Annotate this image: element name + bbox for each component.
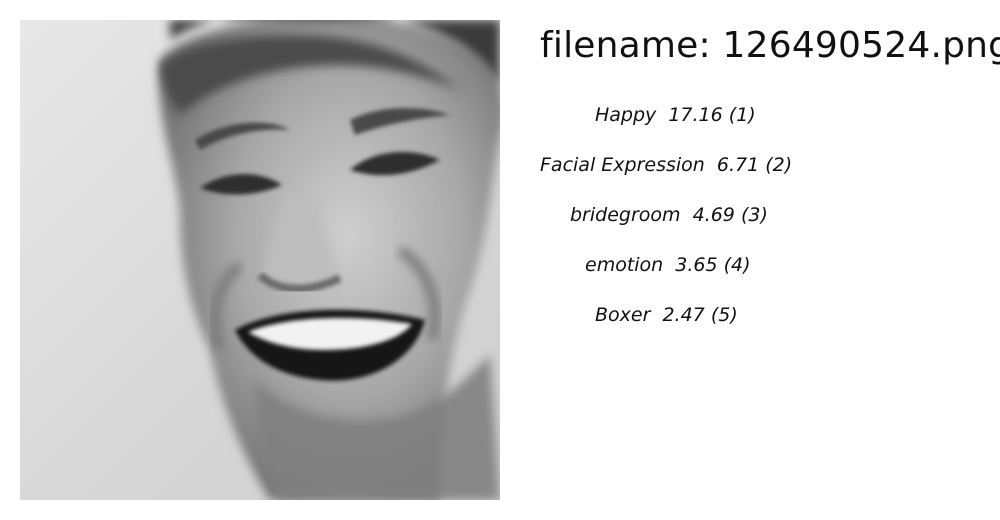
prediction-rank: (1) [728,104,756,126]
prediction-score: 3.65 [675,254,718,276]
filename-title: filename: 126490524.png [540,24,1000,68]
prediction-item: Happy 17.16 (1) [595,100,756,130]
prediction-score: 4.69 [692,204,735,226]
prediction-name: bridegroom [570,204,681,226]
prediction-item: Facial Expression 6.71 (2) [540,150,792,180]
prediction-score: 17.16 [668,104,723,126]
prediction-name: Facial Expression [540,154,705,176]
prediction-name: emotion [585,254,664,276]
face-image [20,20,500,500]
face-photo-illustration [20,20,500,500]
prediction-rank: (4) [723,254,751,276]
prediction-score: 6.71 [716,154,760,176]
prediction-item: emotion 3.65 (4) [585,250,751,280]
prediction-item: bridegroom 4.69 (3) [570,200,768,230]
prediction-name: Happy [595,104,657,126]
prediction-name: Boxer [595,304,651,326]
filename-label: filename: [540,25,711,66]
prediction-score: 2.47 [662,304,705,326]
prediction-rank: (5) [710,304,738,326]
filename-value: 126490524.png [722,25,1000,66]
prediction-rank: (3) [740,204,768,226]
prediction-rank: (2) [765,154,793,176]
prediction-item: Boxer 2.47 (5) [595,300,738,330]
